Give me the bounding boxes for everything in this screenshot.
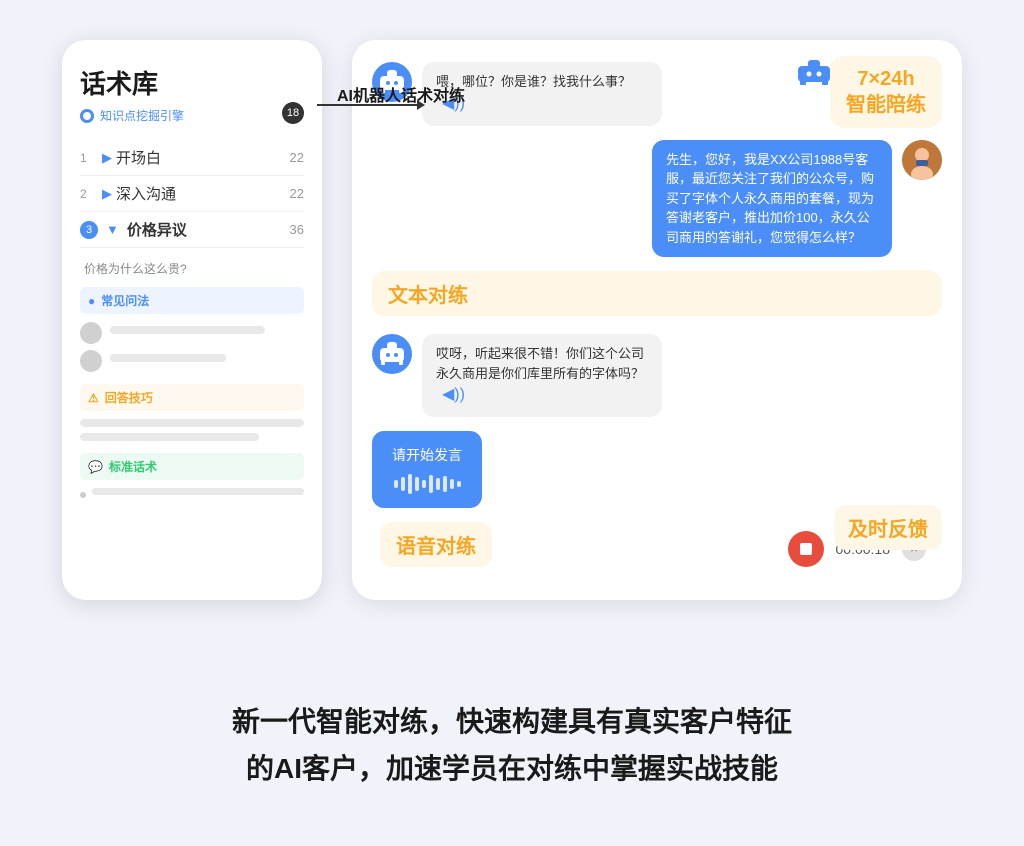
user-text-1: 先生，您好，我是XX公司1988号客服，最近您关注了我们的公众号，购买了字体个人…: [666, 152, 874, 245]
wave-8: [443, 476, 447, 492]
faq-bar-2: [110, 354, 304, 368]
wave-2: [401, 477, 405, 491]
menu-label-3: 价格异议: [127, 219, 187, 240]
sub-question: 价格为什么这么贵?: [80, 260, 304, 277]
std-item-1: [80, 488, 304, 501]
menu-label-1: 开场白: [116, 147, 161, 168]
msg-record: 请开始发言: [372, 431, 942, 508]
faq-label: 常见问法: [101, 292, 149, 309]
phone-mockup: 话术库 知识点挖掘引擎 18 1 ▶ 开场白 22 2 ▶ 深入沟通 22 3: [62, 40, 322, 600]
menu-count-1: 22: [290, 150, 304, 165]
waveform: [392, 474, 462, 494]
arrow-label: AI机器人话术对练: [337, 82, 465, 106]
sound-icon-2: ◀)): [442, 386, 465, 403]
bot-text-2: 哎呀，听起来很不错！你们这个公司永久商用是你们库里所有的字体吗？: [436, 346, 644, 381]
main-container: 话术库 知识点挖掘引擎 18 1 ▶ 开场白 22 2 ▶ 深入沟通 22 3: [62, 40, 962, 600]
wave-1: [394, 480, 398, 488]
menu-item-1[interactable]: 1 ▶ 开场白 22: [80, 140, 304, 176]
wave-10: [457, 481, 461, 487]
faq-item-1: [80, 322, 304, 344]
subtitle-label: 知识点挖掘引擎: [100, 107, 184, 124]
standard-icon: 💬: [88, 460, 103, 474]
faq-bar-1: [110, 326, 304, 340]
text-drill-tag: 文本对练: [372, 271, 942, 316]
tips-label: 回答技巧: [105, 389, 153, 406]
voice-drill-tag: 语音对练: [380, 522, 492, 567]
avatar-2: [80, 350, 102, 372]
faq-header: ● 常见问法: [80, 287, 304, 314]
arrow-connector: AI机器人话术对练: [317, 100, 425, 110]
bubble-user-1: 先生，您好，我是XX公司1988号客服，最近您关注了我们的公众号，购买了字体个人…: [652, 140, 892, 258]
tag-feedback: 及时反馈: [834, 505, 942, 550]
record-stop-button[interactable]: [788, 531, 824, 567]
bot-avatar-2: [372, 334, 412, 374]
msg-bot-2: 哎呀，听起来很不错！你们这个公司永久商用是你们库里所有的字体吗？ ◀)): [372, 334, 942, 417]
stop-icon: [800, 543, 812, 555]
wave-7: [436, 478, 440, 490]
menu-item-3[interactable]: 3 ▼ 价格异议 36: [80, 212, 304, 248]
tips-icon: ⚠: [88, 391, 99, 405]
menu-count-3: 36: [290, 222, 304, 237]
faq-icon: ●: [88, 294, 95, 308]
bar-short-1: [110, 354, 226, 362]
badge-count: 18: [282, 102, 304, 124]
knowledge-icon: [80, 109, 94, 123]
phone-subtitle: 知识点挖掘引擎: [80, 107, 304, 124]
menu-arrow-3: ▼: [106, 222, 119, 237]
phone-title: 话术库: [80, 64, 304, 101]
record-bubble: 请开始发言: [372, 431, 482, 508]
bottom-text-content: 新一代智能对练，快速构建具有真实客户特征 的AI客户，加速学员在对练中掌握实战技…: [232, 706, 792, 785]
bottom-text: 新一代智能对练，快速构建具有真实客户特征 的AI客户，加速学员在对练中掌握实战技…: [232, 650, 792, 793]
menu-item-2[interactable]: 2 ▶ 深入沟通 22: [80, 176, 304, 212]
menu-arrow-2: ▶: [102, 186, 112, 202]
dot-1: [80, 492, 86, 498]
bubble-bot-2: 哎呀，听起来很不错！你们这个公司永久商用是你们库里所有的字体吗？ ◀)): [422, 334, 662, 417]
wave-5: [422, 480, 426, 488]
chat-messages: 喂，哪位？你是谁？找我什么事？ ◀)) 先生，您好，我是XX公司1988号客服，…: [372, 62, 942, 508]
tips-bar-2: [80, 433, 259, 441]
standard-header: 💬 标准话术: [80, 453, 304, 480]
arrow-line: [317, 104, 417, 106]
user-avatar-1: [902, 140, 942, 180]
faq-section: ● 常见问法: [80, 287, 304, 372]
wave-3: [408, 474, 412, 494]
avatar-1: [80, 322, 102, 344]
msg-user-1: 先生，您好，我是XX公司1988号客服，最近您关注了我们的公众号，购买了字体个人…: [372, 140, 942, 258]
wave-6: [429, 475, 433, 493]
menu-num-1: 1: [80, 151, 98, 165]
tips-bar-1: [80, 419, 304, 427]
bot-text-1: 喂，哪位？你是谁？找我什么事？: [436, 74, 631, 89]
menu-num-3: 3: [80, 221, 98, 239]
top-bot-decoration: [796, 58, 832, 91]
standard-section: 💬 标准话术: [80, 453, 304, 501]
menu-label-2: 深入沟通: [116, 183, 176, 204]
faq-item-2: [80, 350, 304, 372]
wave-9: [450, 479, 454, 489]
tips-header: ⚠ 回答技巧: [80, 384, 304, 411]
tag-7x24: 7×24h 智能陪练: [830, 56, 942, 128]
menu-num-2: 2: [80, 187, 98, 201]
tips-section: ⚠ 回答技巧: [80, 384, 304, 441]
bar-med-1: [110, 326, 265, 334]
std-bar-1: [92, 488, 304, 495]
record-text: 请开始发言: [392, 445, 462, 466]
chat-panel: 7×24h 智能陪练: [352, 40, 962, 600]
menu-arrow-1: ▶: [102, 150, 112, 166]
standard-label: 标准话术: [109, 458, 157, 475]
menu-count-2: 22: [290, 186, 304, 201]
wave-4: [415, 477, 419, 491]
menu-list: 1 ▶ 开场白 22 2 ▶ 深入沟通 22 3 ▼ 价格异议 36: [80, 140, 304, 248]
